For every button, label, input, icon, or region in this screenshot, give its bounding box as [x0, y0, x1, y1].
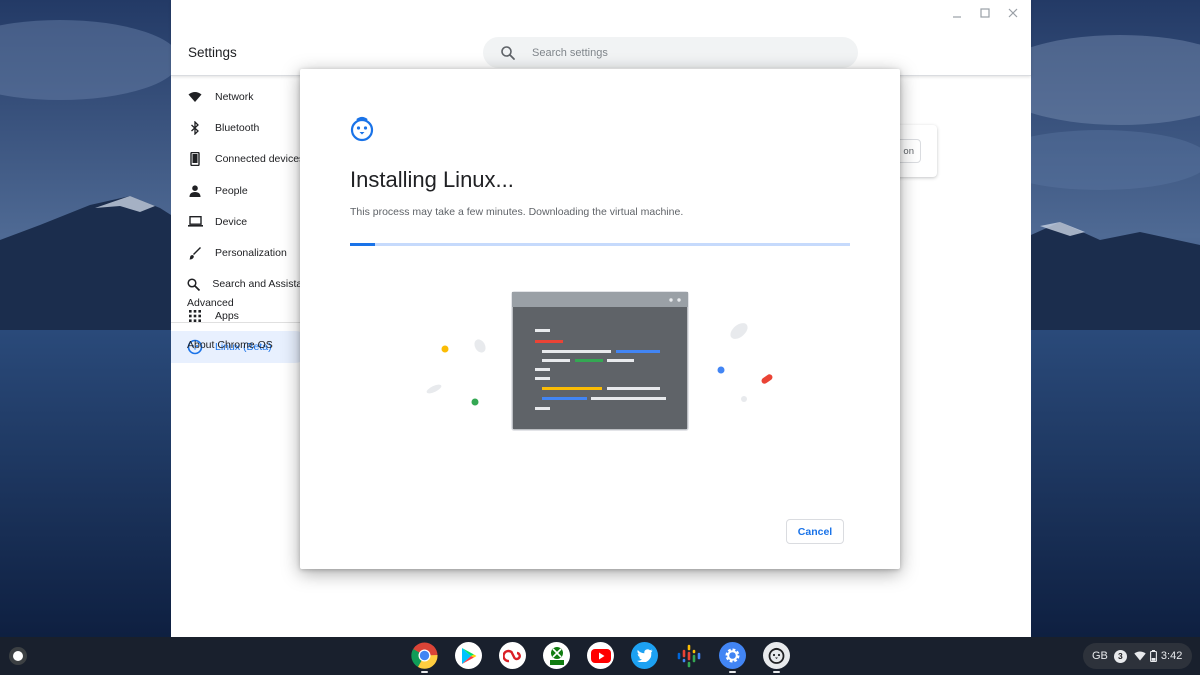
search-input[interactable] — [532, 46, 812, 59]
sidebar-item-search-and-assistant[interactable]: Search and Assistant — [171, 269, 311, 300]
maximize-icon — [980, 8, 990, 18]
twitter-icon[interactable] — [631, 642, 658, 669]
sidebar-item-label: Bluetooth — [215, 121, 260, 134]
google-podcasts-icon[interactable] — [675, 642, 702, 669]
maximize-button[interactable] — [973, 5, 997, 21]
bluetooth-icon — [187, 120, 203, 136]
terminal-illustration — [426, 291, 773, 431]
sidebar-item-bluetooth[interactable]: Bluetooth — [171, 112, 311, 143]
dialog-message: This process may take a few minutes. Dow… — [350, 206, 684, 218]
sidebar-item-label: Device — [215, 215, 248, 228]
sidebar-advanced[interactable]: Advanced — [187, 297, 234, 309]
sidebar-item-label: Search and Assistant — [212, 278, 311, 291]
install-progress-fill — [350, 243, 375, 246]
sidebar-item-people[interactable]: People — [171, 175, 311, 206]
play-store-icon[interactable] — [455, 642, 482, 669]
sidebar-item-label: Connected devices — [215, 153, 305, 166]
adobe-creative-cloud-icon[interactable] — [499, 642, 526, 669]
clock: 3:42 — [1160, 650, 1183, 662]
chrome-icon[interactable] — [411, 642, 438, 673]
laptop-icon — [187, 214, 203, 230]
battery-icon — [1149, 650, 1157, 662]
window-controls — [945, 5, 1025, 21]
youtube-icon[interactable] — [587, 642, 614, 669]
phone-icon — [187, 151, 203, 167]
sidebar-item-network[interactable]: Network — [171, 81, 311, 112]
sidebar-item-device[interactable]: Device — [171, 206, 311, 237]
cancel-button[interactable]: Cancel — [786, 519, 844, 544]
close-icon — [1008, 8, 1018, 18]
penguin-icon — [350, 116, 374, 142]
shelf: GB 3 3:42 — [0, 637, 1200, 675]
install-progress-bar — [350, 243, 850, 246]
brush-icon — [187, 245, 203, 261]
page-title: Settings — [188, 45, 237, 60]
input-method-indicator: GB — [1092, 650, 1108, 662]
settings-icon[interactable] — [719, 642, 746, 673]
sidebar-item-label: People — [215, 184, 248, 197]
launcher-icon — [13, 651, 23, 661]
status-tray[interactable]: GB 3 3:42 — [1083, 643, 1192, 669]
wifi-icon — [1134, 651, 1146, 661]
sidebar-divider — [171, 322, 301, 323]
sidebar-about-chrome-os[interactable]: About Chrome OS — [187, 339, 273, 351]
xbox-game-pass-icon[interactable] — [543, 642, 570, 669]
dialog-title: Installing Linux... — [350, 167, 514, 192]
sidebar-item-label: Network — [215, 90, 254, 103]
notification-count-badge: 3 — [1113, 649, 1127, 663]
search-icon — [501, 45, 515, 60]
installing-linux-dialog: Installing Linux... This process may tak… — [300, 69, 900, 569]
sidebar-item-personalization[interactable]: Personalization — [171, 237, 311, 268]
settings-header: Settings — [171, 0, 1031, 76]
search-icon — [187, 276, 201, 292]
sidebar-item-connected-devices[interactable]: Connected devices — [171, 144, 311, 175]
minimize-icon — [953, 16, 961, 18]
sidebar-item-label: Personalization — [215, 247, 287, 260]
linux-terminal-icon[interactable] — [763, 642, 790, 673]
sidebar-item-label: Apps — [215, 309, 239, 322]
launcher-button[interactable] — [9, 647, 27, 665]
shelf-apps — [411, 642, 790, 673]
wifi-icon — [187, 89, 203, 105]
person-icon — [187, 183, 203, 199]
minimize-button[interactable] — [945, 5, 969, 21]
close-button[interactable] — [1001, 5, 1025, 21]
search-bar[interactable] — [483, 37, 858, 68]
settings-sidebar: Network Bluetooth Connected devices Peop… — [171, 81, 311, 363]
